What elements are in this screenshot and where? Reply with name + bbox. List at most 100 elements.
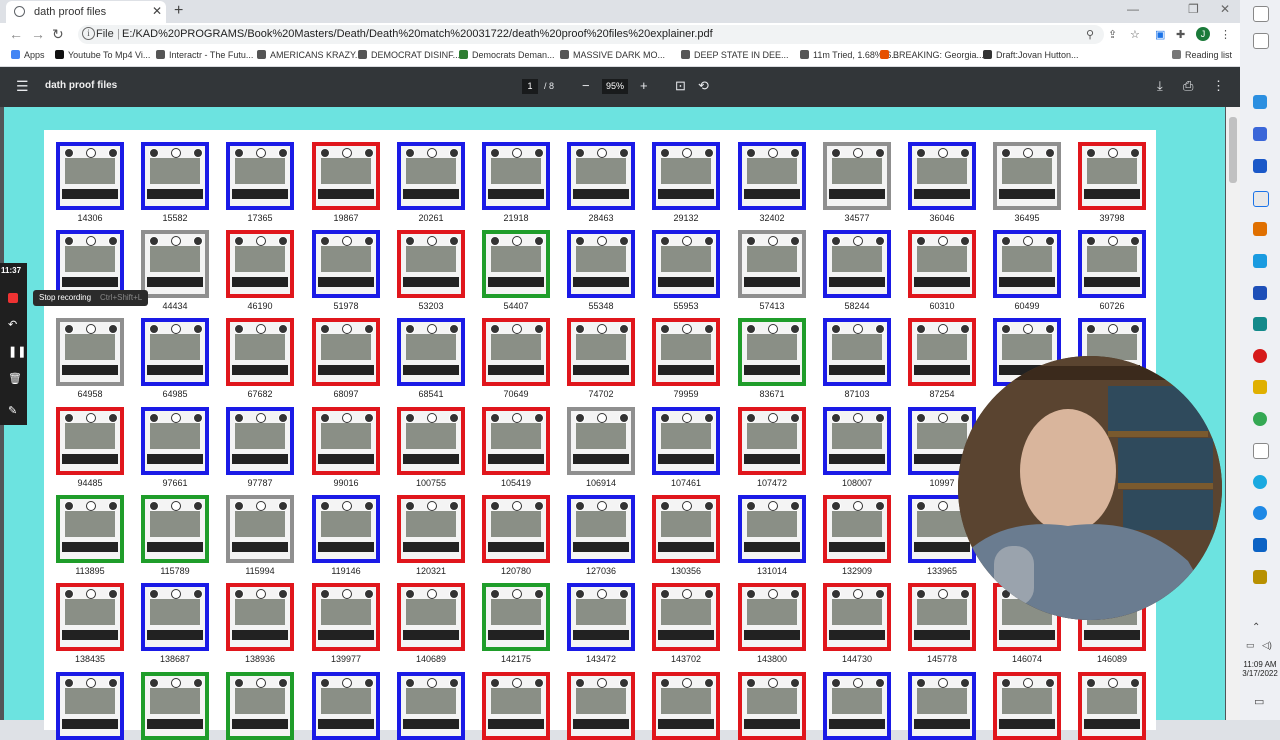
death-record-thumbnail[interactable] — [141, 230, 209, 298]
app-icon-7[interactable] — [1253, 475, 1267, 489]
death-record-thumbnail[interactable] — [1078, 142, 1146, 210]
undo-icon[interactable]: ↶ — [8, 318, 17, 331]
death-record-thumbnail[interactable] — [567, 672, 635, 740]
bookmark-item[interactable]: Interactr - The Futu... — [156, 50, 253, 60]
pen-icon[interactable]: ✎ — [8, 404, 17, 417]
new-tab-button[interactable]: + — [174, 2, 183, 20]
death-record-thumbnail[interactable] — [738, 142, 806, 210]
death-record-thumbnail[interactable] — [56, 495, 124, 563]
death-record-thumbnail[interactable] — [141, 583, 209, 651]
app-icon-9[interactable] — [1253, 570, 1267, 584]
browser-tab[interactable]: dath proof files ✕ — [6, 1, 166, 23]
share-icon[interactable]: ⇪ — [1108, 28, 1117, 41]
death-record-thumbnail[interactable] — [141, 495, 209, 563]
minimize-icon[interactable]: — — [1127, 2, 1139, 16]
app-icon-8[interactable] — [1253, 538, 1267, 552]
death-record-thumbnail[interactable] — [397, 583, 465, 651]
death-record-thumbnail[interactable] — [908, 318, 976, 386]
page-number-input[interactable]: 1 — [522, 79, 538, 94]
death-record-thumbnail[interactable] — [141, 672, 209, 740]
death-record-thumbnail[interactable] — [56, 318, 124, 386]
back-icon[interactable]: ← — [9, 26, 23, 42]
app-icon-2[interactable] — [1253, 159, 1267, 173]
death-record-thumbnail[interactable] — [312, 495, 380, 563]
death-record-thumbnail[interactable] — [226, 672, 294, 740]
app-icon-3[interactable] — [1253, 191, 1269, 207]
death-record-thumbnail[interactable] — [908, 672, 976, 740]
death-record-thumbnail[interactable] — [652, 672, 720, 740]
stop-recording-icon[interactable] — [8, 293, 18, 303]
rotate-icon[interactable]: ⟲ — [698, 78, 709, 94]
death-record-thumbnail[interactable] — [226, 495, 294, 563]
death-record-thumbnail[interactable] — [397, 230, 465, 298]
death-record-thumbnail[interactable] — [482, 230, 550, 298]
death-record-thumbnail[interactable] — [1078, 672, 1146, 740]
death-record-thumbnail[interactable] — [56, 407, 124, 475]
address-bar[interactable]: i File | E:/KAD%20PROGRAMS/Book%20Master… — [78, 25, 1104, 44]
death-record-thumbnail[interactable] — [993, 230, 1061, 298]
death-record-thumbnail[interactable] — [226, 142, 294, 210]
death-record-thumbnail[interactable] — [652, 230, 720, 298]
search-taskbar-icon[interactable] — [1253, 6, 1269, 22]
death-record-thumbnail[interactable] — [823, 407, 891, 475]
death-record-thumbnail[interactable] — [312, 672, 380, 740]
death-record-thumbnail[interactable] — [482, 672, 550, 740]
bookmark-star-icon[interactable]: ☆ — [1130, 28, 1140, 41]
death-record-thumbnail[interactable] — [993, 142, 1061, 210]
print-icon[interactable]: ⎙ — [1183, 78, 1193, 94]
app-icon-5[interactable] — [1253, 286, 1267, 300]
death-record-thumbnail[interactable] — [823, 672, 891, 740]
reload-icon[interactable]: ↻ — [52, 26, 64, 43]
death-record-thumbnail[interactable] — [56, 672, 124, 740]
death-record-thumbnail[interactable] — [141, 407, 209, 475]
recorder-app-icon[interactable] — [1253, 349, 1267, 363]
death-record-thumbnail[interactable] — [567, 142, 635, 210]
death-record-thumbnail[interactable] — [226, 583, 294, 651]
death-record-thumbnail[interactable] — [738, 318, 806, 386]
chevron-up-icon[interactable]: ⌃ — [1252, 622, 1260, 633]
zoom-input[interactable]: 95% — [602, 79, 628, 94]
death-record-thumbnail[interactable] — [908, 583, 976, 651]
death-record-thumbnail[interactable] — [908, 142, 976, 210]
death-record-thumbnail[interactable] — [567, 495, 635, 563]
death-record-thumbnail[interactable] — [652, 583, 720, 651]
network-icon[interactable]: ▭ — [1246, 640, 1255, 651]
death-record-thumbnail[interactable] — [567, 318, 635, 386]
death-record-thumbnail[interactable] — [482, 142, 550, 210]
death-record-thumbnail[interactable] — [908, 230, 976, 298]
death-record-thumbnail[interactable] — [56, 142, 124, 210]
url-text[interactable]: E:/KAD%20PROGRAMS/Book%20Masters/Death/D… — [122, 28, 713, 40]
chrome-icon[interactable] — [1253, 412, 1267, 426]
bookmark-item[interactable]: BREAKING: Georgia... — [880, 50, 984, 60]
death-record-thumbnail[interactable] — [141, 318, 209, 386]
death-record-thumbnail[interactable] — [652, 318, 720, 386]
death-record-thumbnail[interactable] — [738, 230, 806, 298]
death-record-thumbnail[interactable] — [312, 583, 380, 651]
death-record-thumbnail[interactable] — [226, 318, 294, 386]
death-record-thumbnail[interactable] — [738, 583, 806, 651]
death-record-thumbnail[interactable] — [397, 672, 465, 740]
info-icon[interactable]: i — [82, 27, 95, 40]
forward-icon[interactable]: → — [31, 26, 45, 42]
menu-dots-icon[interactable]: ⋮ — [1220, 28, 1231, 41]
bookmark-item[interactable]: Democrats Deman... — [459, 50, 555, 60]
death-record-thumbnail[interactable] — [397, 407, 465, 475]
death-record-thumbnail[interactable] — [652, 495, 720, 563]
zoom-out-icon[interactable]: − — [582, 78, 590, 93]
notepad-icon[interactable] — [1253, 443, 1269, 459]
death-record-thumbnail[interactable] — [226, 407, 294, 475]
death-record-thumbnail[interactable] — [567, 583, 635, 651]
vertical-scrollbar[interactable] — [1226, 107, 1240, 720]
task-view-icon[interactable] — [1253, 33, 1269, 49]
pause-icon[interactable]: ❚❚ — [8, 345, 26, 358]
zoom-in-icon[interactable]: + — [640, 78, 648, 93]
death-record-thumbnail[interactable] — [567, 407, 635, 475]
death-record-thumbnail[interactable] — [738, 495, 806, 563]
death-record-thumbnail[interactable] — [993, 672, 1061, 740]
death-record-thumbnail[interactable] — [738, 407, 806, 475]
death-record-thumbnail[interactable] — [226, 230, 294, 298]
bookmark-item[interactable]: MASSIVE DARK MO... — [560, 50, 665, 60]
telegram-icon[interactable] — [1253, 506, 1267, 520]
death-record-thumbnail[interactable] — [312, 318, 380, 386]
death-record-thumbnail[interactable] — [823, 583, 891, 651]
